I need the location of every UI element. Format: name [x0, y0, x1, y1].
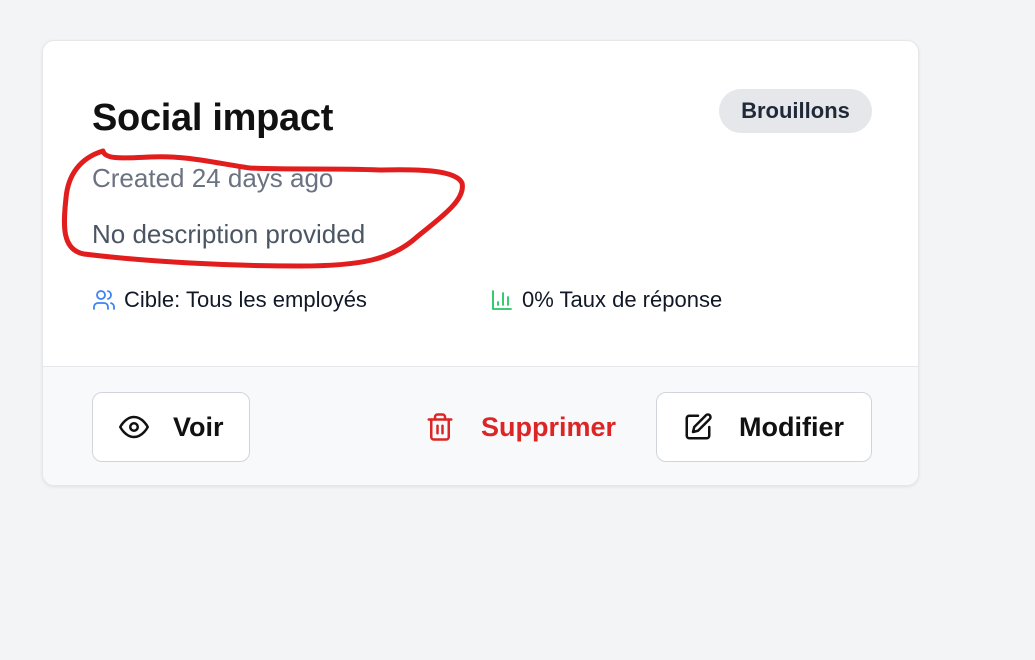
view-button[interactable]: Voir	[92, 392, 250, 462]
view-button-label: Voir	[173, 411, 224, 442]
bar-chart-icon	[492, 290, 512, 310]
target-label: Cible: Tous les employés	[124, 287, 367, 312]
survey-description: No description provided	[92, 219, 366, 249]
eye-icon	[119, 415, 149, 439]
response-rate-info: 0% Taux de réponse	[490, 287, 722, 313]
response-rate-label: 0% Taux de réponse	[522, 287, 723, 312]
survey-title: Social impact	[92, 97, 334, 139]
target-info: Cible: Tous les employés	[92, 287, 367, 313]
edit-button[interactable]: Modifier	[656, 392, 872, 462]
edit-button-label: Modifier	[739, 411, 844, 442]
survey-card: Social impact Brouillons Created 24 days…	[42, 40, 919, 486]
delete-button[interactable]: Supprimer	[425, 392, 621, 462]
created-date: Created 24 days ago	[92, 163, 334, 193]
delete-button-label: Supprimer	[481, 411, 617, 442]
card-actions: Voir Supprimer Modifier	[43, 366, 918, 485]
users-icon	[93, 290, 115, 310]
trash-icon	[427, 413, 453, 441]
status-badge: Brouillons	[719, 89, 872, 133]
survey-card-body: Social impact Brouillons Created 24 days…	[43, 41, 918, 366]
edit-icon	[685, 413, 712, 440]
